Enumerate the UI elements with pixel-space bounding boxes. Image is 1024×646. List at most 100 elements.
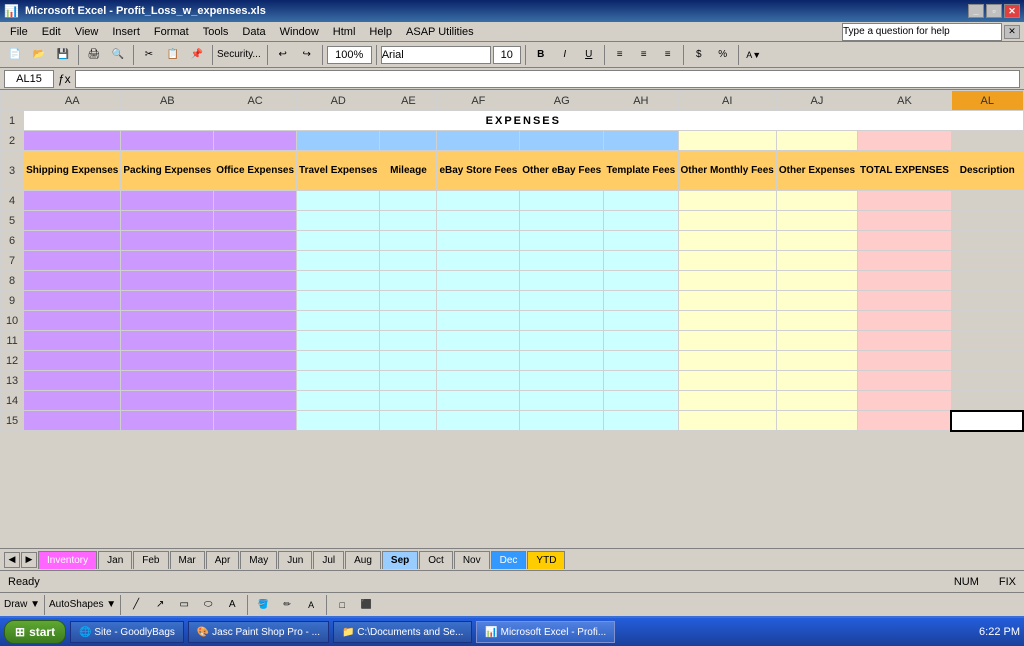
cell-ai11[interactable]: [678, 331, 776, 351]
cell-aj2[interactable]: [776, 131, 857, 151]
cell-ab11[interactable]: [121, 331, 214, 351]
cell-ae15[interactable]: [380, 411, 437, 431]
cell-ag7[interactable]: [520, 251, 604, 271]
header-shipping[interactable]: Shipping Expenses: [24, 151, 121, 191]
align-center-btn[interactable]: ≡: [633, 44, 655, 66]
cell-ak5[interactable]: [858, 211, 952, 231]
row-num-9[interactable]: 9: [1, 291, 24, 311]
print-btn[interactable]: 🖨: [83, 44, 105, 66]
percent-btn[interactable]: %: [712, 44, 734, 66]
tab-may[interactable]: May: [240, 551, 277, 569]
cell-ae5[interactable]: [380, 211, 437, 231]
row-num-3[interactable]: 3: [1, 151, 24, 191]
tab-apr[interactable]: Apr: [206, 551, 240, 569]
menu-html[interactable]: Html: [327, 25, 362, 39]
cell-al14[interactable]: [951, 391, 1023, 411]
menu-format[interactable]: Format: [148, 25, 195, 39]
row-num-5[interactable]: 5: [1, 211, 24, 231]
cell-aj8[interactable]: [776, 271, 857, 291]
cell-al8[interactable]: [951, 271, 1023, 291]
sheet-grid[interactable]: AA AB AC AD AE AF AG AH AI AJ AK AL 1: [0, 90, 1024, 548]
cell-ad13[interactable]: [297, 371, 380, 391]
cell-ah15[interactable]: [604, 411, 678, 431]
redo-btn[interactable]: ↪: [296, 44, 318, 66]
cell-ak4[interactable]: [858, 191, 952, 211]
cell-ab4[interactable]: [121, 191, 214, 211]
cell-ac8[interactable]: [214, 271, 297, 291]
cell-ag12[interactable]: [520, 351, 604, 371]
tab-sep[interactable]: Sep: [382, 551, 418, 569]
cell-ab15[interactable]: [121, 411, 214, 431]
currency-btn[interactable]: $: [688, 44, 710, 66]
cell-aj4[interactable]: [776, 191, 857, 211]
cell-ac15[interactable]: [214, 411, 297, 431]
new-btn[interactable]: 📄: [4, 44, 26, 66]
underline-btn[interactable]: U: [578, 44, 600, 66]
tab-feb[interactable]: Feb: [133, 551, 168, 569]
cell-ae9[interactable]: [380, 291, 437, 311]
cell-ad15[interactable]: [297, 411, 380, 431]
cell-ah5[interactable]: [604, 211, 678, 231]
col-ag[interactable]: AG: [520, 91, 604, 111]
cell-al5[interactable]: [951, 211, 1023, 231]
cell-ai10[interactable]: [678, 311, 776, 331]
row-num-2[interactable]: 2: [1, 131, 24, 151]
cell-ai5[interactable]: [678, 211, 776, 231]
cell-ai13[interactable]: [678, 371, 776, 391]
align-right-btn[interactable]: ≡: [657, 44, 679, 66]
cell-al4[interactable]: [951, 191, 1023, 211]
cell-ad9[interactable]: [297, 291, 380, 311]
cell-ai9[interactable]: [678, 291, 776, 311]
cell-ac6[interactable]: [214, 231, 297, 251]
cell-aj15[interactable]: [776, 411, 857, 431]
cell-af11[interactable]: [437, 331, 520, 351]
cell-ah9[interactable]: [604, 291, 678, 311]
cell-ac4[interactable]: [214, 191, 297, 211]
cell-aj11[interactable]: [776, 331, 857, 351]
header-description[interactable]: Description: [951, 151, 1023, 191]
row-num-7[interactable]: 7: [1, 251, 24, 271]
cell-ab8[interactable]: [121, 271, 214, 291]
header-office[interactable]: Office Expenses: [214, 151, 297, 191]
cell-al10[interactable]: [951, 311, 1023, 331]
col-ac[interactable]: AC: [214, 91, 297, 111]
cell-ag4[interactable]: [520, 191, 604, 211]
formula-input[interactable]: [75, 70, 1020, 88]
zoom-input[interactable]: [327, 46, 372, 64]
cell-ac14[interactable]: [214, 391, 297, 411]
shadow-btn[interactable]: □: [331, 594, 353, 616]
cell-ag10[interactable]: [520, 311, 604, 331]
cell-ad14[interactable]: [297, 391, 380, 411]
cell-ac2[interactable]: [214, 131, 297, 151]
cell-ak6[interactable]: [858, 231, 952, 251]
menu-insert[interactable]: Insert: [106, 25, 146, 39]
3d-btn[interactable]: ⬛: [355, 594, 377, 616]
cell-ah6[interactable]: [604, 231, 678, 251]
row-num-15[interactable]: 15: [1, 411, 24, 431]
cell-ag15[interactable]: [520, 411, 604, 431]
row-num-4[interactable]: 4: [1, 191, 24, 211]
menu-window[interactable]: Window: [274, 25, 325, 39]
cell-ad11[interactable]: [297, 331, 380, 351]
line-btn[interactable]: ╱: [125, 594, 147, 616]
cell-ae2[interactable]: [380, 131, 437, 151]
cell-aa5[interactable]: [24, 211, 121, 231]
tab-nov[interactable]: Nov: [454, 551, 490, 569]
cell-aa15[interactable]: [24, 411, 121, 431]
cell-aj12[interactable]: [776, 351, 857, 371]
italic-btn[interactable]: I: [554, 44, 576, 66]
help-input[interactable]: [842, 23, 1002, 41]
cell-ad7[interactable]: [297, 251, 380, 271]
close-btn[interactable]: ✕: [1004, 4, 1020, 18]
header-mileage[interactable]: Mileage: [380, 151, 437, 191]
cell-ac13[interactable]: [214, 371, 297, 391]
menu-tools[interactable]: Tools: [197, 25, 235, 39]
cell-ab13[interactable]: [121, 371, 214, 391]
cell-ah12[interactable]: [604, 351, 678, 371]
cut-btn[interactable]: ✂: [138, 44, 160, 66]
cell-ai7[interactable]: [678, 251, 776, 271]
cell-ae13[interactable]: [380, 371, 437, 391]
cell-ai8[interactable]: [678, 271, 776, 291]
cell-ak9[interactable]: [858, 291, 952, 311]
cell-aj5[interactable]: [776, 211, 857, 231]
